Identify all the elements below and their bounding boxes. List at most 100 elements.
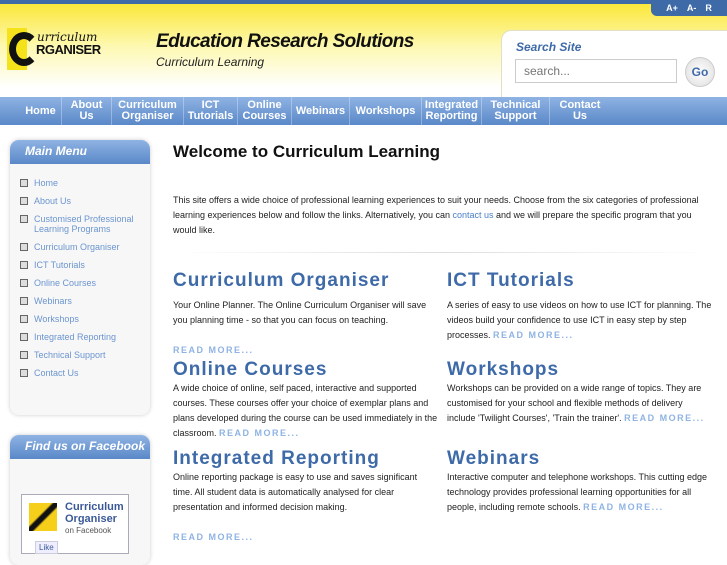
sidebar-item-label: Contact Us: [34, 368, 79, 378]
contact-us-link[interactable]: contact us: [453, 210, 494, 220]
feature-card: Webinars Interactive computer and telepho…: [447, 448, 712, 515]
main-menu-panel: Main Menu Home About Us Customised Profess…: [10, 140, 150, 415]
read-more-link[interactable]: READ MORE...: [583, 502, 664, 512]
nav-webinars[interactable]: Webinars: [292, 97, 350, 125]
sidebar-item[interactable]: About Us: [20, 196, 150, 206]
nav-technical-support[interactable]: Technical Support: [482, 97, 550, 125]
sidebar-item-label: About Us: [34, 196, 72, 206]
bullet-icon: [20, 243, 28, 251]
bullet-icon: [20, 333, 28, 341]
facebook-page-image: [29, 503, 57, 531]
card-title[interactable]: Workshops: [447, 359, 712, 381]
sidebar-item-label: Integrated Reporting: [34, 332, 117, 342]
facebook-sub: on Facebook: [65, 526, 112, 535]
nav-integrated-reporting[interactable]: Integrated Reporting: [422, 97, 482, 125]
sidebar-item-label: Customised Professional Learning Program…: [34, 214, 134, 234]
card-description: Online reporting package is easy to use …: [173, 472, 418, 512]
sidebar-item-label: Home: [34, 178, 59, 188]
facebook-page-name[interactable]: Curriculum Organiser: [65, 501, 125, 525]
bullet-icon: [20, 351, 28, 359]
intro-text: This site offers a wide choice of profes…: [173, 193, 703, 238]
site-title: Education Research Solutions: [156, 31, 414, 52]
sidebar-item-label: Workshops: [34, 314, 79, 324]
logo[interactable]: urriculum RGANISER: [7, 28, 111, 70]
main-menu: Home About Us Customised Professional Lear…: [10, 164, 150, 378]
card-description: Your Online Planner. The Online Curricul…: [173, 300, 427, 325]
feature-card: ICT Tutorials A series of easy to use vid…: [447, 270, 712, 343]
card-text: Your Online Planner. The Online Curricul…: [173, 298, 438, 358]
increase-font-button[interactable]: A+: [666, 3, 678, 13]
card-title[interactable]: ICT Tutorials: [447, 270, 712, 292]
logo-c: [9, 32, 39, 66]
sidebar-item[interactable]: Integrated Reporting: [20, 332, 150, 342]
sidebar-item[interactable]: Customised Professional Learning Program…: [20, 214, 150, 234]
facebook-title: Find us on Facebook: [10, 435, 150, 459]
sidebar-item[interactable]: Workshops: [20, 314, 150, 324]
card-description: A wide choice of online, self paced, int…: [173, 383, 438, 438]
nav-ict-tutorials[interactable]: ICT Tutorials: [184, 97, 238, 125]
search-panel: Search Site Go: [501, 30, 727, 98]
bullet-icon: [20, 197, 28, 205]
main-content: Welcome to Curriculum Learning This site…: [173, 142, 713, 542]
search-label: Search Site: [516, 40, 582, 54]
sidebar-item[interactable]: Curriculum Organiser: [20, 242, 150, 252]
card-title[interactable]: Online Courses: [173, 359, 438, 381]
facebook-panel: Find us on Facebook Curriculum Organiser…: [10, 435, 150, 565]
search-input[interactable]: [515, 59, 677, 83]
reset-font-button[interactable]: R: [705, 3, 712, 13]
sidebar-item-label: ICT Tutorials: [34, 260, 85, 270]
nav-workshops[interactable]: Workshops: [350, 97, 422, 125]
bullet-icon: [20, 215, 28, 223]
font-size-controls: A+ A- R: [651, 0, 727, 16]
card-description: A series of easy to use videos on how to…: [447, 300, 712, 340]
nav-contact-us[interactable]: Contact Us: [550, 97, 610, 125]
nav-curriculum-organiser[interactable]: Curriculum Organiser: [112, 97, 184, 125]
sidebar-item-label: Curriculum Organiser: [34, 242, 120, 252]
sidebar-item[interactable]: Webinars: [20, 296, 150, 306]
read-more-link[interactable]: READ MORE...: [173, 532, 254, 542]
card-text: Workshops can be provided on a wide rang…: [447, 381, 712, 426]
bullet-icon: [20, 279, 28, 287]
sidebar-item[interactable]: Technical Support: [20, 350, 150, 360]
site-subtitle: Curriculum Learning: [156, 55, 265, 69]
card-title[interactable]: Webinars: [447, 448, 712, 470]
feature-card: Online Courses A wide choice of online, s…: [173, 359, 438, 441]
read-more-link[interactable]: READ MORE...: [173, 345, 254, 355]
card-description: Interactive computer and telephone works…: [447, 472, 707, 512]
bullet-icon: [20, 179, 28, 187]
main-nav: Home About Us Curriculum Organiser ICT T…: [0, 97, 727, 125]
read-more-link[interactable]: READ MORE...: [624, 413, 705, 423]
sidebar-item-label: Online Courses: [34, 278, 97, 288]
feature-card: Workshops Workshops can be provided on a …: [447, 359, 712, 426]
card-text: Interactive computer and telephone works…: [447, 470, 712, 515]
card-title[interactable]: Curriculum Organiser: [173, 270, 438, 292]
bullet-icon: [20, 297, 28, 305]
main-menu-title: Main Menu: [10, 140, 150, 164]
card-text: A wide choice of online, self paced, int…: [173, 381, 438, 441]
sidebar-item[interactable]: Contact Us: [20, 368, 150, 378]
card-title[interactable]: Integrated Reporting: [173, 448, 438, 470]
sidebar-item[interactable]: ICT Tutorials: [20, 260, 150, 270]
page-title: Welcome to Curriculum Learning: [173, 142, 441, 161]
sidebar-item-label: Technical Support: [34, 350, 106, 360]
sidebar-item-label: Webinars: [34, 296, 72, 306]
divider: [173, 252, 713, 253]
card-text: Online reporting package is easy to use …: [173, 470, 438, 545]
bullet-icon: [20, 369, 28, 377]
card-text: A series of easy to use videos on how to…: [447, 298, 712, 343]
decrease-font-button[interactable]: A-: [687, 3, 697, 13]
search-go-button[interactable]: Go: [685, 57, 715, 87]
feature-card: Curriculum Organiser Your Online Planner.…: [173, 270, 438, 358]
read-more-link[interactable]: READ MORE...: [219, 428, 300, 438]
facebook-like-button[interactable]: Like: [35, 541, 58, 554]
read-more-link[interactable]: READ MORE...: [493, 330, 574, 340]
sidebar-item[interactable]: Home: [20, 178, 150, 188]
feature-card: Integrated Reporting Online reporting pac…: [173, 448, 438, 545]
facebook-widget[interactable]: Curriculum Organiser on Facebook Like: [21, 494, 129, 554]
nav-about-us[interactable]: About Us: [62, 97, 112, 125]
nav-online-courses[interactable]: Online Courses: [238, 97, 292, 125]
sidebar-item[interactable]: Online Courses: [20, 278, 150, 288]
nav-home[interactable]: Home: [20, 97, 62, 125]
bullet-icon: [20, 261, 28, 269]
logo-text-2: RGANISER: [36, 42, 101, 57]
